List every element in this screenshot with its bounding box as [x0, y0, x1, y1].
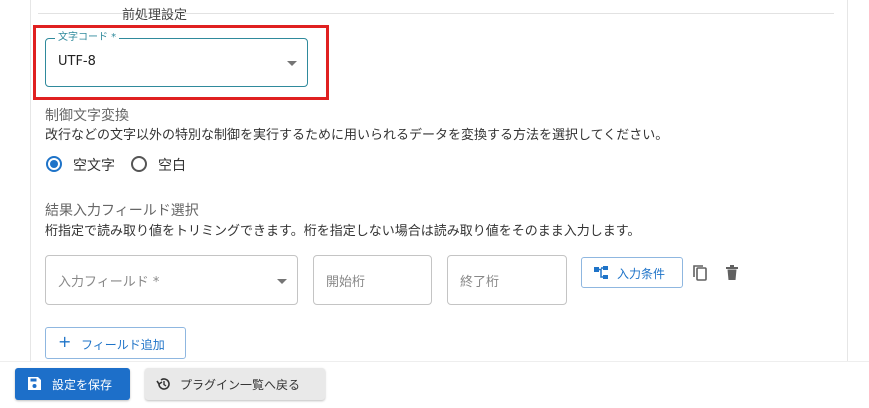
input-condition-button[interactable]: 入力条件	[581, 257, 683, 288]
history-icon	[156, 376, 174, 394]
save-icon	[27, 376, 45, 394]
dropdown-caret-icon	[277, 279, 287, 284]
input-field-placeholder: 入力フィールド *	[58, 275, 160, 290]
radio-empty-string[interactable]	[46, 156, 62, 172]
section-title: 前処理設定	[122, 8, 188, 23]
footer-bar	[0, 361, 869, 408]
end-digit-input[interactable]: 終了桁	[447, 255, 567, 305]
control-chars-label: 制御文字変換	[45, 108, 129, 124]
hierarchy-icon	[593, 265, 611, 283]
back-to-plugins-button[interactable]: プラグイン一覧へ戻る	[145, 368, 325, 400]
result-fields-label: 結果入力フィールド選択	[45, 203, 199, 219]
start-digit-placeholder: 開始桁	[326, 275, 366, 290]
copy-icon[interactable]	[692, 264, 710, 282]
radio-empty-string-label[interactable]: 空文字	[73, 155, 115, 175]
save-settings-button[interactable]: 設定を保存	[15, 368, 130, 400]
delete-icon[interactable]	[724, 264, 742, 282]
end-digit-placeholder: 終了桁	[460, 275, 500, 290]
plus-icon: +	[58, 332, 72, 351]
start-digit-input[interactable]: 開始桁	[313, 255, 432, 305]
back-to-plugins-label: プラグイン一覧へ戻る	[180, 378, 301, 392]
radio-space-label[interactable]: 空白	[158, 155, 186, 175]
input-condition-label: 入力条件	[617, 267, 666, 281]
highlight-box	[33, 25, 329, 100]
result-fields-description: 桁指定で読み取り値をトリミングできます。桁を指定しない場合は読み取り値をそのまま…	[45, 224, 641, 239]
input-field-select[interactable]: 入力フィールド *	[45, 255, 298, 305]
save-settings-label: 設定を保存	[52, 378, 113, 392]
add-field-label: フィールド追加	[81, 338, 165, 352]
add-field-button[interactable]: + フィールド追加	[45, 327, 186, 359]
radio-space[interactable]	[131, 156, 147, 172]
control-chars-description: 改行などの文字以外の特別な制御を実行するために用いられるデータを変換する方法を選…	[45, 128, 669, 143]
